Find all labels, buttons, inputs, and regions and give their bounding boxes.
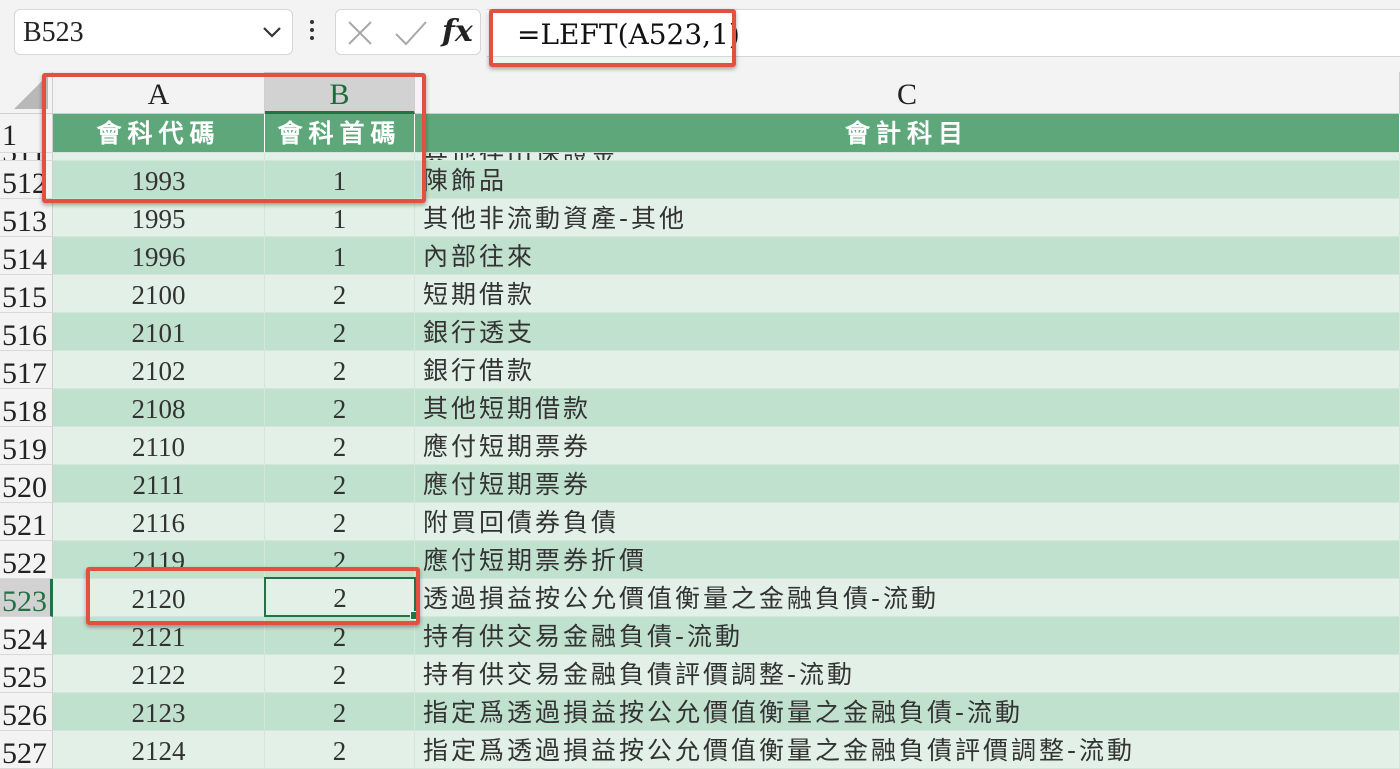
cell-c523[interactable]: 透過損益按公允價值衡量之金融負債-流動	[415, 579, 1400, 617]
row-header-515[interactable]: 515	[0, 275, 53, 313]
check-icon[interactable]	[394, 19, 428, 51]
close-icon[interactable]	[346, 19, 374, 51]
cell-b515[interactable]: 2	[265, 275, 415, 313]
cell-a527[interactable]: 2124	[53, 731, 265, 769]
row-header-519[interactable]: 519	[0, 427, 53, 465]
cell-a518[interactable]: 2108	[53, 389, 265, 427]
row-header-523[interactable]: 523	[0, 579, 53, 617]
name-box-value: B523	[23, 17, 84, 48]
cell-c513[interactable]: 其他非流動資產-其他	[415, 199, 1400, 237]
row-header-527[interactable]: 527	[0, 731, 53, 769]
kebab-icon[interactable]	[309, 20, 315, 44]
annotation-row-523	[86, 567, 420, 625]
cell-a514[interactable]: 1996	[53, 237, 265, 275]
cell-c511[interactable]: 其他存出保證金	[415, 153, 1400, 161]
cell-a521[interactable]: 2116	[53, 503, 265, 541]
chevron-down-icon[interactable]	[262, 24, 282, 44]
cell-a517[interactable]: 2102	[53, 351, 265, 389]
cell-b521[interactable]: 2	[265, 503, 415, 541]
cell-a526[interactable]: 2123	[53, 693, 265, 731]
row-header-514[interactable]: 514	[0, 237, 53, 275]
cell-c515[interactable]: 短期借款	[415, 275, 1400, 313]
cell-b514[interactable]: 1	[265, 237, 415, 275]
row-header-521[interactable]: 521	[0, 503, 53, 541]
cell-c521[interactable]: 附買回債券負債	[415, 503, 1400, 541]
formula-actions: fx	[335, 9, 481, 55]
cell-c512[interactable]: 陳飾品	[415, 161, 1400, 199]
cell-c519[interactable]: 應付短期票券	[415, 427, 1400, 465]
column-header-c[interactable]: C	[415, 72, 1400, 114]
row-header-513[interactable]: 513	[0, 199, 53, 237]
cell-a525[interactable]: 2122	[53, 655, 265, 693]
cell-c525[interactable]: 持有供交易金融負債評價調整-流動	[415, 655, 1400, 693]
cell-c518[interactable]: 其他短期借款	[415, 389, 1400, 427]
cell-c517[interactable]: 銀行借款	[415, 351, 1400, 389]
row-header-524[interactable]: 524	[0, 617, 53, 655]
fx-icon[interactable]: fx	[442, 14, 473, 49]
row-header-526[interactable]: 526	[0, 693, 53, 731]
cell-c516[interactable]: 銀行透支	[415, 313, 1400, 351]
cell-a515[interactable]: 2100	[53, 275, 265, 313]
row-header-517[interactable]: 517	[0, 351, 53, 389]
row-header-518[interactable]: 518	[0, 389, 53, 427]
cell-b520[interactable]: 2	[265, 465, 415, 503]
cell-b527[interactable]: 2	[265, 731, 415, 769]
cell-c524[interactable]: 持有供交易金融負債-流動	[415, 617, 1400, 655]
cell-b526[interactable]: 2	[265, 693, 415, 731]
name-box[interactable]: B523	[14, 9, 293, 55]
cell-b519[interactable]: 2	[265, 427, 415, 465]
cell-c526[interactable]: 指定爲透過損益按公允價值衡量之金融負債-流動	[415, 693, 1400, 731]
cell-a516[interactable]: 2101	[53, 313, 265, 351]
row-header-516[interactable]: 516	[0, 313, 53, 351]
annotation-formula	[489, 9, 736, 67]
cell-b517[interactable]: 2	[265, 351, 415, 389]
annotation-header-first-row	[42, 73, 426, 203]
cell-b518[interactable]: 2	[265, 389, 415, 427]
cell-b513[interactable]: 1	[265, 199, 415, 237]
cell-a513[interactable]: 1995	[53, 199, 265, 237]
cell-c522[interactable]: 應付短期票券折價	[415, 541, 1400, 579]
header-cell-account-name[interactable]: 會計科目	[415, 114, 1400, 153]
row-header-522[interactable]: 522	[0, 541, 53, 579]
row-header-525[interactable]: 525	[0, 655, 53, 693]
cell-b525[interactable]: 2	[265, 655, 415, 693]
cell-c527[interactable]: 指定爲透過損益按公允價值衡量之金融負債評價調整-流動	[415, 731, 1400, 769]
row-header-520[interactable]: 520	[0, 465, 53, 503]
cell-a520[interactable]: 2111	[53, 465, 265, 503]
cell-c520[interactable]: 應付短期票券	[415, 465, 1400, 503]
cell-b516[interactable]: 2	[265, 313, 415, 351]
cell-c514[interactable]: 內部往來	[415, 237, 1400, 275]
cell-a519[interactable]: 2110	[53, 427, 265, 465]
